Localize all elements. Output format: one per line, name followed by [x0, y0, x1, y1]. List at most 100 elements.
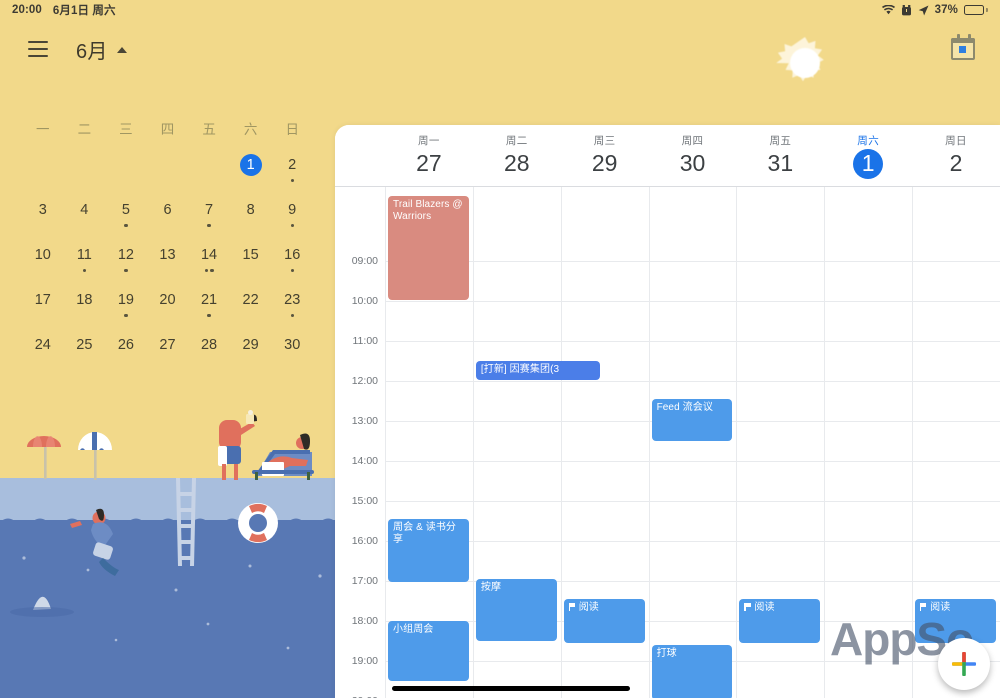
mini-day-cell-1[interactable]: 1: [230, 154, 272, 193]
day-column-29[interactable]: 阅读: [560, 187, 649, 698]
mini-day-cell-22[interactable]: 22: [230, 289, 272, 328]
calendar-event[interactable]: 阅读: [739, 599, 821, 643]
mini-day-cell-13[interactable]: 13: [147, 244, 189, 283]
hour-gridline: [913, 501, 1000, 502]
week-day-header-2[interactable]: 周日 2: [912, 125, 1000, 186]
calendar-event[interactable]: 打球: [651, 645, 733, 698]
hour-gutter-column: 09:00 10:00 11:00 12:00 13:00 14:00 15:00 16:00…: [335, 187, 385, 698]
mini-day-cell-17[interactable]: 17: [22, 289, 64, 328]
mini-day-number: 7: [205, 202, 214, 218]
hour-gridline: [649, 621, 737, 622]
mini-day-cell-27[interactable]: 27: [147, 334, 189, 373]
week-day-header-28[interactable]: 周二 28: [473, 125, 561, 186]
day-column-31[interactable]: 阅读: [736, 187, 825, 698]
calendar-event[interactable]: 阅读: [563, 599, 645, 643]
week-day-header-29[interactable]: 周三 29: [561, 125, 649, 186]
mini-day-cell-6[interactable]: 6: [147, 199, 189, 238]
mini-day-cell-30[interactable]: 30: [271, 334, 313, 373]
hour-label-1800: 18:00: [351, 615, 378, 627]
hamburger-menu-icon[interactable]: [20, 31, 56, 67]
mini-day-cell-19[interactable]: 19: [105, 289, 147, 328]
mini-day-number: 11: [76, 247, 92, 263]
month-selector-button[interactable]: 6月: [76, 35, 127, 64]
mini-day-cell-15[interactable]: 15: [230, 244, 272, 283]
mini-day-number: 27: [159, 337, 176, 353]
mini-weekday-6: 日: [285, 122, 299, 137]
mini-day-cell-empty: [22, 154, 64, 193]
mini-day-cell-7[interactable]: 7: [188, 199, 230, 238]
hour-gridline: [561, 421, 649, 422]
mini-day-cell-8[interactable]: 8: [230, 199, 272, 238]
mini-day-cell-5[interactable]: 5: [105, 199, 147, 238]
mini-day-cell-24[interactable]: 24: [22, 334, 64, 373]
day-column-1[interactable]: [824, 187, 913, 698]
week-day-header-27[interactable]: 周一 27: [385, 125, 473, 186]
hour-gridline: [825, 341, 913, 342]
mini-day-cell-18[interactable]: 18: [64, 289, 106, 328]
hour-gridline: [737, 301, 825, 302]
calendar-event[interactable]: Trail Blazers @ Warriors: [388, 196, 469, 300]
mini-day-cell-10[interactable]: 10: [22, 244, 64, 283]
week-day-header-1[interactable]: 周六 1: [824, 125, 912, 186]
calendar-event[interactable]: 周会 & 读书分享: [388, 519, 469, 582]
week-day-name: 周六: [857, 134, 880, 147]
calendar-event[interactable]: [打新] 因赛集团(3: [475, 361, 600, 380]
event-dot: [207, 314, 211, 318]
hour-gridline: [473, 341, 561, 342]
day-column-2[interactable]: 阅读: [912, 187, 1000, 698]
mini-month-calendar: 一二三四五六日 1 2 3 4 5 6 7 8 9 10 11 12 13 14 15 16 17 18 19 20 2…: [0, 78, 335, 373]
hour-gridline: [561, 261, 649, 262]
hour-label-1900: 19:00: [351, 655, 378, 667]
week-header-row: 周一 27 周二 28 周三 29 周四 30 周五 31 周六 1 周日 2: [335, 125, 1000, 187]
mini-day-cell-9[interactable]: 9: [271, 199, 313, 238]
mini-day-cell-28[interactable]: 28: [188, 334, 230, 373]
mini-day-cell-14[interactable]: 14: [188, 244, 230, 283]
mini-day-cell-21[interactable]: 21: [188, 289, 230, 328]
calendar-event-title: 小组周会: [393, 624, 434, 635]
mini-day-cell-29[interactable]: 29: [230, 334, 272, 373]
calendar-today-icon[interactable]: [946, 32, 980, 66]
day-column-27[interactable]: Trail Blazers @ Warriors 周会 & 读书分享小组周会: [385, 187, 473, 698]
mini-day-cell-25[interactable]: 25: [64, 334, 106, 373]
hour-gridline: [561, 501, 649, 502]
week-day-header-31[interactable]: 周五 31: [736, 125, 824, 186]
hour-gridline: [913, 581, 1000, 582]
calendar-event[interactable]: Feed 流会议: [651, 399, 733, 441]
mini-day-cell-23[interactable]: 23: [271, 289, 313, 328]
mini-day-cell-3[interactable]: 3: [22, 199, 64, 238]
mini-day-event-dots: [124, 269, 128, 274]
hour-label-1100: 11:00: [352, 335, 379, 347]
battery-icon: [964, 5, 988, 15]
add-event-fab-button[interactable]: [938, 638, 990, 690]
hour-gridline: [825, 501, 913, 502]
calendar-event[interactable]: 小组周会: [388, 621, 469, 681]
day-column-28[interactable]: [打新] 因赛集团(3 按摩: [472, 187, 600, 698]
mini-day-number: [73, 154, 95, 176]
hour-gridline: [649, 461, 737, 462]
mini-day-cell-26[interactable]: 26: [105, 334, 147, 373]
hour-gridline: [825, 661, 913, 662]
day-column-30[interactable]: Feed 流会议打球: [648, 187, 737, 698]
mini-day-cell-20[interactable]: 20: [147, 289, 189, 328]
week-day-number: 27: [416, 149, 442, 176]
alarm-icon: [901, 4, 912, 16]
week-grid-scroll-area[interactable]: 09:00 10:00 11:00 12:00 13:00 14:00 15:00 16:00…: [335, 187, 1000, 698]
week-day-name: 周五: [769, 134, 792, 147]
mini-day-number: 10: [34, 247, 51, 263]
hour-gridline: [825, 381, 913, 382]
hour-gridline: [386, 501, 473, 502]
mini-day-event-dots: [290, 314, 294, 319]
left-panel: 一二三四五六日 1 2 3 4 5 6 7 8 9 10 11 12 13 14 15 16 17 18 19 20 2…: [0, 78, 336, 698]
mini-day-cell-4[interactable]: 4: [64, 199, 106, 238]
mini-day-cell-11[interactable]: 11: [64, 244, 106, 283]
hour-gridline: [473, 421, 561, 422]
hour-gridline: [386, 421, 473, 422]
mini-day-number: [32, 154, 54, 176]
mini-week-row: 10 11 12 13 14 15 16: [22, 244, 313, 283]
mini-day-cell-2[interactable]: 2: [271, 154, 313, 193]
week-day-header-30[interactable]: 周四 30: [649, 125, 737, 186]
mini-day-cell-12[interactable]: 12: [105, 244, 147, 283]
calendar-event[interactable]: 阅读: [915, 599, 996, 643]
calendar-event[interactable]: 按摩: [475, 579, 557, 641]
mini-day-cell-16[interactable]: 16: [271, 244, 313, 283]
